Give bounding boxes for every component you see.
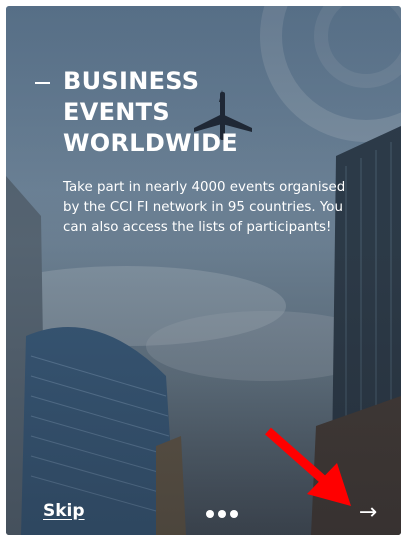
arrow-right-icon: → <box>358 499 378 525</box>
title-dash-decoration <box>35 82 50 84</box>
slide-description: Take part in nearly 4000 events organise… <box>63 180 346 235</box>
pagination-dot <box>230 510 238 518</box>
onboarding-footer: Skip → <box>6 486 401 535</box>
onboarding-screen: BUSINESS EVENTS WORLDWIDE Take part in n… <box>6 6 401 535</box>
slide-title: BUSINESS EVENTS WORLDWIDE <box>63 66 283 159</box>
title-line: WORLDWIDE <box>63 129 238 157</box>
pagination-dot <box>218 510 226 518</box>
pagination-dot <box>206 510 214 518</box>
title-line: EVENTS <box>63 98 170 126</box>
next-button[interactable]: → <box>354 498 382 526</box>
skip-button[interactable]: Skip <box>43 501 85 521</box>
title-line: BUSINESS <box>63 67 200 95</box>
pagination-indicator <box>206 510 238 518</box>
